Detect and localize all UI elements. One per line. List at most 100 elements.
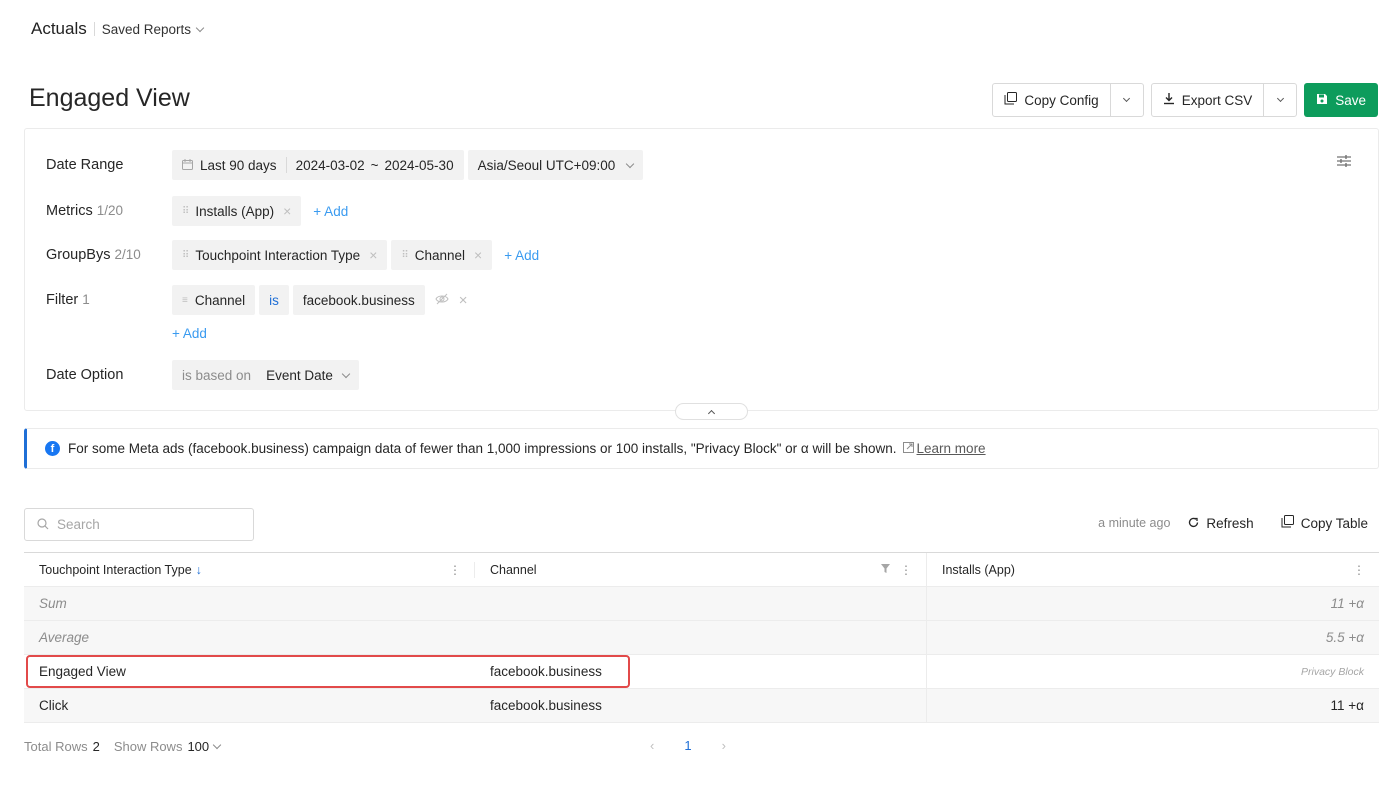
refresh-button[interactable]: Refresh	[1188, 515, 1254, 531]
filter-value: facebook.business	[302, 292, 415, 308]
date-range-picker[interactable]: Last 90 days 2024-03-02 ~ 2024-05-30	[172, 150, 464, 180]
average-row: Average 5.5 +α	[24, 621, 1379, 655]
filter-field: Channel	[194, 292, 246, 308]
privacy-notice: f For some Meta ads (facebook.business) …	[24, 428, 1379, 469]
export-csv-label: Export CSV	[1181, 92, 1253, 108]
filter-label: Filter 1	[46, 292, 172, 308]
external-link-icon	[902, 441, 914, 456]
average-value: 5.5 +α	[1325, 630, 1364, 645]
search-input[interactable]	[57, 517, 237, 532]
metric-chip-label: Installs (App)	[195, 203, 275, 219]
groupbys-count: 2/10	[114, 247, 141, 262]
report-table: Touchpoint Interaction Type ↓ ⋮ Channel …	[24, 552, 1379, 723]
filter-count: 1	[82, 292, 90, 307]
sort-desc-icon[interactable]: ↓	[196, 563, 202, 577]
chevron-left-icon[interactable]: ‹	[650, 738, 654, 753]
date-option-label: Date Option	[46, 367, 124, 383]
settings-sliders-icon[interactable]	[1336, 153, 1352, 174]
groupbys-label-text: GroupBys	[46, 247, 111, 263]
groupby-chip-label: Channel	[414, 247, 466, 263]
date-range-label: Date Range	[46, 157, 124, 173]
metric-chip[interactable]: ⠿ Installs (App) ×	[172, 196, 302, 226]
chevron-down-icon	[1123, 94, 1131, 103]
table-cell: Engaged View	[39, 664, 126, 679]
show-rows-select[interactable]: 100	[187, 739, 222, 754]
app-title: Actuals	[31, 19, 87, 38]
collapse-panel-button[interactable]	[675, 403, 748, 420]
copy-icon	[1004, 92, 1018, 108]
table-row[interactable]: Click facebook.business 11 +α	[24, 689, 1379, 723]
column-header-label: Channel	[490, 562, 537, 577]
divider	[285, 157, 287, 173]
table-footer: Total Rows 2 Show Rows 100	[24, 739, 222, 754]
copy-table-button[interactable]: Copy Table	[1281, 515, 1368, 531]
metrics-label: Metrics 1/20	[46, 203, 172, 219]
groupbys-label: GroupBys 2/10	[46, 247, 172, 263]
drag-handle-icon[interactable]: ⠿	[401, 250, 408, 261]
filter-label-text: Filter	[46, 292, 79, 308]
sum-label: Sum	[39, 596, 67, 611]
more-vertical-icon[interactable]: ⋮	[900, 563, 912, 577]
filter-field-chip[interactable]: ≡ Channel	[172, 285, 256, 315]
close-icon[interactable]: ×	[283, 203, 291, 219]
close-icon[interactable]: ×	[369, 247, 377, 263]
last-updated: a minute ago	[1098, 516, 1171, 530]
saved-reports-dropdown[interactable]: Saved Reports	[101, 21, 205, 37]
more-vertical-icon[interactable]: ⋮	[449, 563, 461, 577]
table-cell	[475, 621, 927, 654]
chevron-down-icon	[195, 23, 205, 32]
learn-more-link[interactable]: Learn more	[917, 441, 986, 456]
column-header-channel[interactable]: Channel ⋮	[475, 553, 927, 586]
filter-value-chip[interactable]: facebook.business	[292, 285, 425, 315]
save-icon	[1316, 93, 1328, 108]
saved-reports-label: Saved Reports	[101, 21, 192, 37]
drag-handle-icon[interactable]: ⠿	[182, 250, 189, 261]
groupby-chip[interactable]: ⠿ Touchpoint Interaction Type ×	[172, 240, 388, 270]
copy-table-label: Copy Table	[1300, 515, 1368, 531]
copy-config-button[interactable]: Copy Config	[993, 84, 1109, 116]
close-icon[interactable]: ×	[459, 292, 468, 309]
table-cell: 11 +α	[1330, 698, 1364, 713]
groupby-chip[interactable]: ⠿ Channel ×	[391, 240, 493, 270]
column-header-installs[interactable]: Installs (App) ⋮	[927, 553, 1379, 586]
add-groupby-button[interactable]: + Add	[504, 248, 539, 263]
filter-operator: is	[269, 292, 279, 308]
filter-lines-icon: ≡	[182, 294, 188, 306]
column-header-label: Installs (App)	[942, 562, 1015, 577]
save-label: Save	[1335, 92, 1366, 108]
refresh-label: Refresh	[1206, 515, 1254, 531]
table-cell: Click	[39, 698, 69, 713]
column-header-touchpoint[interactable]: Touchpoint Interaction Type ↓ ⋮	[24, 553, 475, 586]
copy-icon	[1281, 515, 1294, 531]
copy-config-dropdown[interactable]	[1109, 84, 1143, 116]
more-vertical-icon[interactable]: ⋮	[1353, 563, 1365, 577]
export-csv-button[interactable]: Export CSV	[1152, 84, 1264, 116]
date-option-select[interactable]: is based on Event Date	[172, 360, 359, 390]
groupbys-row: GroupBys 2/10 ⠿ Touchpoint Interaction T…	[46, 240, 539, 270]
export-csv-group: Export CSV	[1150, 83, 1298, 117]
header-actions: Copy Config Export CSV Save	[992, 83, 1378, 117]
filter-add-row: + Add	[172, 326, 207, 341]
table-cell: facebook.business	[475, 689, 927, 722]
chevron-up-icon	[707, 409, 716, 417]
close-icon[interactable]: ×	[474, 247, 482, 263]
chevron-right-icon[interactable]: ›	[722, 738, 726, 753]
page-number[interactable]: 1	[684, 738, 691, 753]
timezone-select[interactable]: Asia/Seoul UTC+09:00	[467, 150, 644, 180]
eye-off-icon[interactable]	[435, 292, 449, 308]
filter-row: Filter 1 ≡ Channel is facebook.business …	[46, 285, 467, 315]
filter-operator-chip[interactable]: is	[259, 285, 289, 315]
sum-value: 11 +α	[1330, 596, 1364, 611]
chevron-down-icon	[212, 740, 222, 750]
date-start: 2024-03-02	[295, 157, 365, 173]
drag-handle-icon[interactable]: ⠿	[182, 206, 189, 217]
page-title: Engaged View	[29, 84, 190, 112]
date-option-prefix: is based on	[182, 367, 252, 383]
save-button[interactable]: Save	[1304, 83, 1378, 117]
table-row[interactable]: Engaged View facebook.business Privacy B…	[24, 655, 1379, 689]
export-csv-dropdown[interactable]	[1263, 84, 1296, 116]
filter-icon[interactable]	[881, 563, 890, 576]
add-filter-button[interactable]: + Add	[172, 326, 207, 341]
groupby-chip-label: Touchpoint Interaction Type	[195, 247, 361, 263]
add-metric-button[interactable]: + Add	[313, 204, 348, 219]
